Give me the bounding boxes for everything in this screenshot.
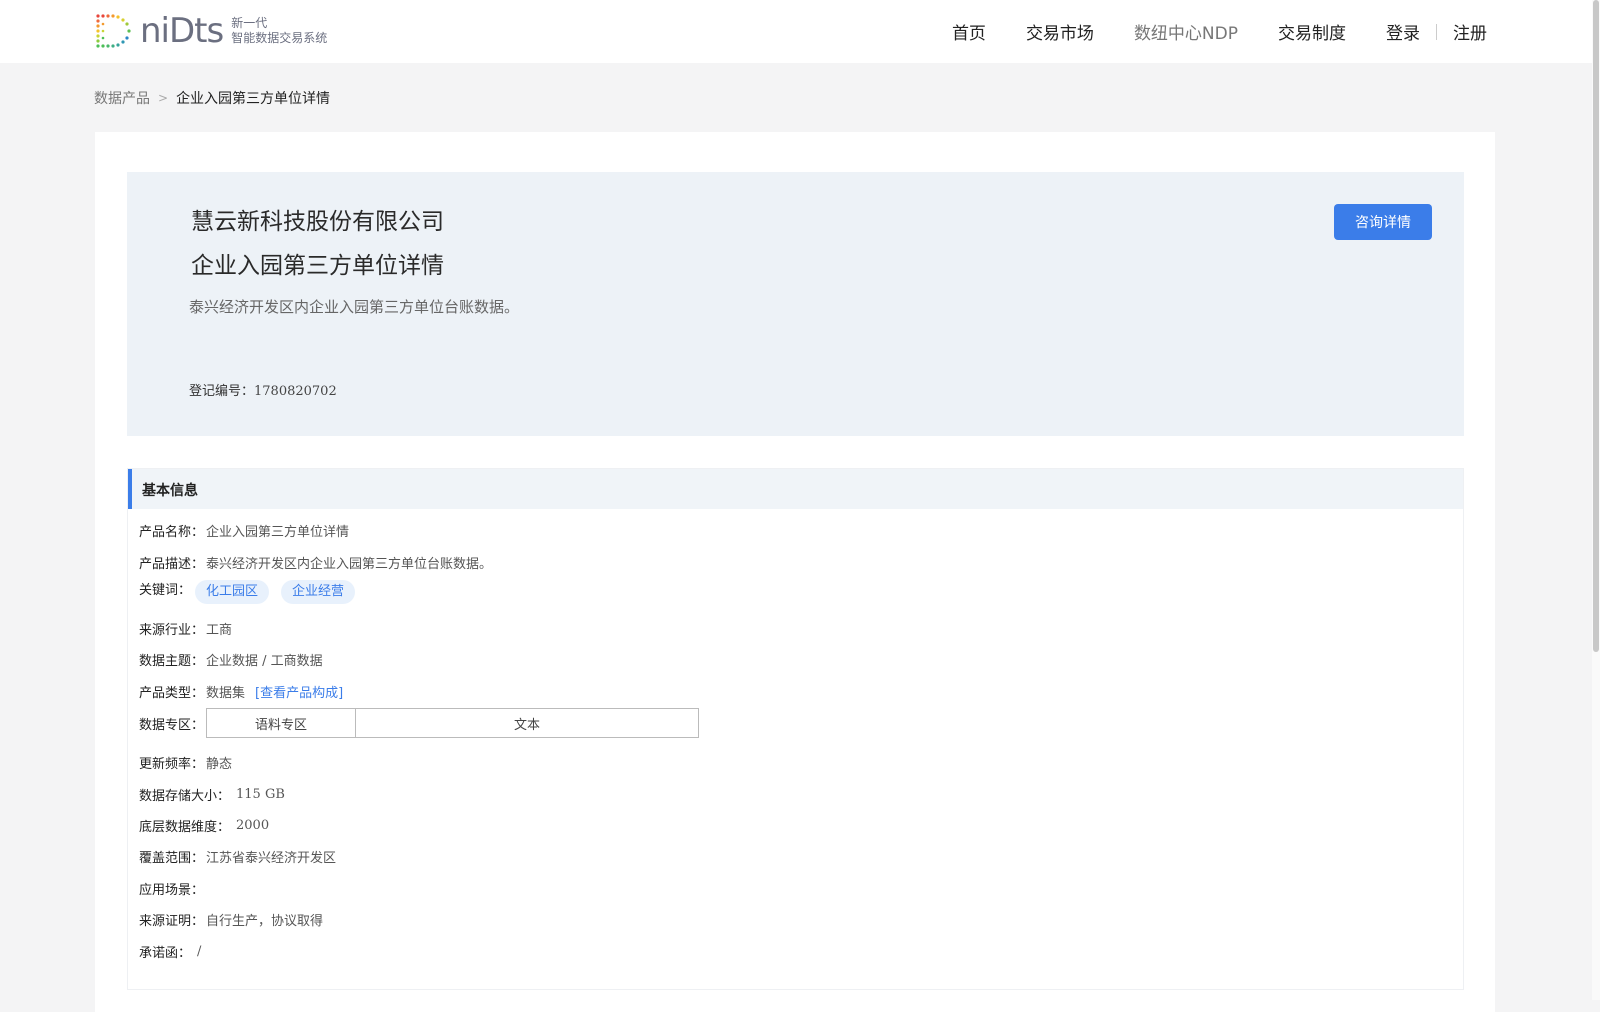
field-label: 更新频率： (139, 757, 205, 772)
product-summary: 泰兴经济开发区内企业入园第三方单位台账数据。 (189, 298, 520, 316)
nav-login[interactable]: 登录 (1386, 19, 1420, 44)
info-row-keywords: 关键词： 化工园区 企业经营 (139, 579, 367, 605)
field-label: 数据主题： (139, 654, 205, 669)
company-name: 慧云新科技股份有限公司 (191, 209, 444, 235)
zone-name-cell: 语料专区 (206, 708, 357, 738)
field-value: 2000 (236, 818, 270, 833)
field-label: 数据存储大小： (139, 789, 231, 804)
field-label: 数据专区： (139, 718, 205, 733)
nav-register[interactable]: 注册 (1453, 19, 1487, 44)
nav-rules[interactable]: 交易制度 (1278, 19, 1346, 44)
field-label: 产品名称： (139, 525, 205, 540)
product-title: 企业入园第三方单位详情 (191, 253, 444, 279)
top-header: niDts 新一代 智能数据交易系统 首页 交易市场 数纽中心NDP 交易制度 … (0, 0, 1592, 63)
field-label: 应用场景： (139, 883, 205, 898)
field-value: 江苏省泰兴经济开发区 (206, 851, 337, 866)
breadcrumb-parent[interactable]: 数据产品 (94, 88, 150, 108)
field-value: 自行生产，协议取得 (206, 914, 324, 929)
info-row-topic: 数据主题： 企业数据 / 工商数据 (139, 650, 323, 669)
field-label: 产品描述： (139, 557, 205, 572)
info-row-zone: 数据专区： 语料专区 文本 (139, 708, 700, 738)
logo-wordmark: niDts (140, 11, 224, 51)
registration-number: 登记编号：1780820702 (189, 380, 337, 399)
section-title: 基本信息 (142, 483, 198, 499)
field-value: / (197, 944, 202, 959)
registration-value: 1780820702 (254, 384, 337, 399)
field-value: 泰兴经济开发区内企业入园第三方单位台账数据。 (206, 557, 493, 572)
breadcrumb: 数据产品 > 企业入园第三方单位详情 (94, 88, 330, 108)
view-product-composition-link[interactable]: [查看产品构成] (255, 682, 343, 701)
product-detail-card: 慧云新科技股份有限公司 企业入园第三方单位详情 泰兴经济开发区内企业入园第三方单… (95, 132, 1495, 1012)
info-row-source-proof: 来源证明： 自行生产，协议取得 (139, 910, 323, 929)
field-value: 企业入园第三方单位详情 (206, 525, 350, 540)
info-row-frequency: 更新频率： 静态 (139, 753, 232, 772)
product-hero: 慧云新科技股份有限公司 企业入园第三方单位详情 泰兴经济开发区内企业入园第三方单… (127, 172, 1464, 436)
logo-subtitle: 新一代 智能数据交易系统 (231, 16, 327, 46)
info-row-product-name: 产品名称： 企业入园第三方单位详情 (139, 521, 349, 540)
site-logo[interactable]: niDts 新一代 智能数据交易系统 (94, 10, 327, 52)
keyword-tag[interactable]: 企业经营 (281, 580, 356, 604)
info-row-industry: 来源行业： 工商 (139, 619, 232, 638)
field-value: 工商 (206, 623, 233, 638)
nav-divider (1436, 23, 1437, 40)
chevron-right-icon: > (158, 91, 169, 105)
logo-dotted-d-icon (96, 14, 131, 48)
consult-details-button[interactable]: 咨询详情 (1334, 204, 1432, 240)
field-value: 静态 (206, 757, 233, 772)
logo-subtitle-line1: 新一代 (231, 16, 268, 30)
field-label: 来源证明： (139, 914, 205, 929)
page-scrollbar-thumb[interactable] (1593, 0, 1599, 652)
info-row-product-desc: 产品描述： 泰兴经济开发区内企业入园第三方单位台账数据。 (139, 553, 492, 572)
field-value: 企业数据 / 工商数据 (206, 654, 323, 669)
registration-label: 登记编号： (189, 384, 255, 399)
field-value: 数据集 (206, 686, 246, 701)
field-value: 115 GB (236, 787, 285, 802)
logo-subtitle-line2: 智能数据交易系统 (231, 31, 328, 45)
breadcrumb-current: 企业入园第三方单位详情 (176, 91, 331, 107)
info-row-dimension: 底层数据维度： 2000 (139, 816, 269, 835)
nav-home[interactable]: 首页 (952, 19, 986, 44)
field-label: 产品类型： (139, 686, 205, 701)
zone-type-cell: 文本 (355, 708, 700, 738)
info-row-product-type: 产品类型： 数据集 [查看产品构成] (139, 682, 343, 701)
field-label: 覆盖范围： (139, 851, 205, 866)
section-header: 基本信息 (128, 469, 1463, 509)
nav-market[interactable]: 交易市场 (1026, 19, 1094, 44)
nav-ndp[interactable]: 数纽中心NDP (1134, 19, 1238, 44)
info-row-scenario: 应用场景： (139, 879, 206, 898)
field-label: 关键词： (139, 583, 192, 598)
info-row-storage: 数据存储大小： 115 GB (139, 785, 285, 804)
basic-info-section: 基本信息 产品名称： 企业入园第三方单位详情 产品描述： 泰兴经济开发区内企业入… (127, 468, 1464, 990)
info-row-coverage: 覆盖范围： 江苏省泰兴经济开发区 (139, 847, 336, 866)
field-label: 底层数据维度： (139, 820, 231, 835)
info-row-commitment: 承诺函： / (139, 942, 201, 961)
keyword-tag[interactable]: 化工园区 (195, 580, 270, 604)
main-nav: 首页 交易市场 数纽中心NDP 交易制度 登录 注册 (912, 0, 1592, 63)
zone-table: 语料专区 文本 (206, 708, 700, 738)
field-label: 承诺函： (139, 946, 192, 961)
field-label: 来源行业： (139, 623, 205, 638)
